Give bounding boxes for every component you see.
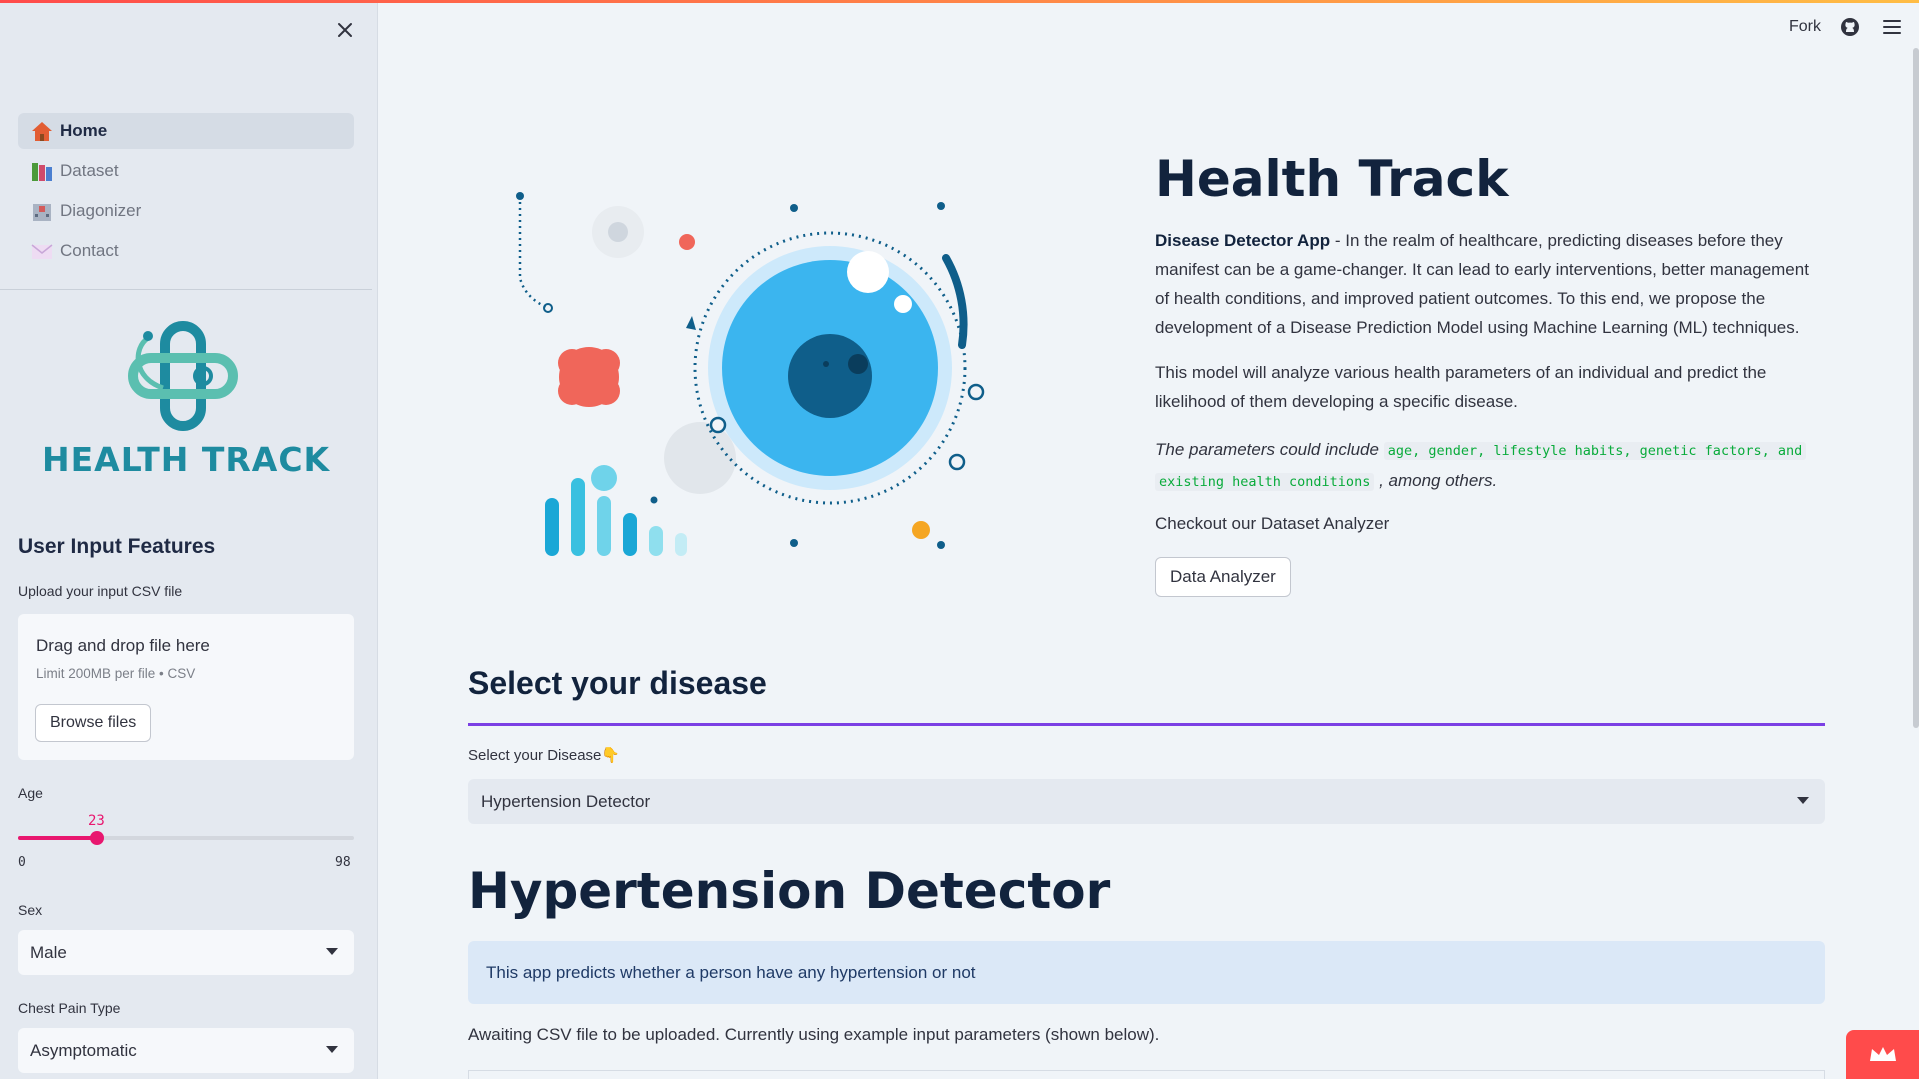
age-label: Age — [18, 785, 43, 801]
parameters-code-1: age, gender, lifestyle habits, genetic f… — [1383, 442, 1807, 460]
sidebar-item-home[interactable]: Home — [18, 113, 354, 149]
sidebar-item-label: Diagonizer — [60, 201, 142, 220]
sex-select[interactable]: Male — [18, 930, 354, 975]
chevron-down-icon — [326, 1046, 338, 1053]
hamburger-menu-icon[interactable] — [1883, 20, 1901, 34]
close-sidebar-button[interactable] — [333, 18, 357, 42]
health-track-logo: HEALTH TRACK — [38, 318, 338, 479]
chest-pain-label: Chest Pain Type — [18, 1000, 121, 1016]
age-slider-value: 23 — [88, 813, 105, 829]
info-alert-text: This app predicts whether a person have … — [486, 962, 976, 982]
sex-label: Sex — [18, 902, 43, 918]
upload-label: Upload your input CSV file — [18, 583, 183, 599]
example-input-table — [468, 1070, 1825, 1079]
age-slider[interactable] — [18, 831, 354, 845]
model-description: This model will analyze various health p… — [1155, 363, 1767, 411]
streamlit-badge-button[interactable] — [1846, 1030, 1919, 1079]
parameters-paragraph: The parameters could include age, gender… — [1155, 435, 1825, 497]
logo-text: HEALTH TRACK — [42, 440, 331, 479]
crown-icon — [1869, 1046, 1896, 1061]
stethoscope-cross-icon — [128, 321, 238, 431]
select-disease-heading: Select your disease — [468, 665, 767, 701]
close-icon — [338, 23, 352, 37]
chest-pain-select[interactable]: Asymptomatic — [18, 1028, 354, 1073]
user-input-heading: User Input Features — [18, 535, 216, 558]
scrollbar[interactable] — [1913, 48, 1919, 728]
age-slider-min: 0 — [18, 855, 26, 870]
chest-pain-select-value: Asymptomatic — [30, 1040, 137, 1060]
parameters-prefix: The parameters could include — [1155, 440, 1379, 459]
sidebar-item-diagonizer[interactable]: Diagonizer — [18, 193, 354, 229]
sidebar-item-label: Dataset — [60, 161, 119, 180]
heading-divider — [468, 723, 1825, 726]
dropzone-title: Drag and drop file here — [36, 636, 210, 655]
sidebar-nav: Home Dataset Diagonizer Contact — [18, 113, 354, 273]
top-decoration-line — [0, 0, 1919, 3]
hero-eye-illustration — [516, 192, 985, 556]
info-alert: This app predicts whether a person have … — [468, 941, 1825, 1004]
fork-link[interactable]: Fork — [1789, 18, 1821, 36]
sidebar-item-contact[interactable]: Contact — [18, 233, 354, 269]
checkout-text: Checkout our Dataset Analyzer — [1155, 514, 1390, 533]
envelope-icon — [31, 244, 53, 259]
chevron-down-icon — [326, 948, 338, 955]
sidebar-item-dataset[interactable]: Dataset — [18, 153, 354, 189]
file-uploader-dropzone[interactable]: Drag and drop file here Limit 200MB per … — [18, 614, 354, 760]
sidebar-item-label: Contact — [60, 241, 119, 260]
parameters-code-2: existing health conditions — [1155, 473, 1375, 491]
disease-select[interactable]: Hypertension Detector — [468, 779, 1825, 824]
sidebar: Home Dataset Diagonizer Contact HEALTH T… — [0, 0, 378, 1079]
books-icon — [32, 163, 52, 181]
sidebar-item-label: Home — [60, 121, 108, 140]
page-title: Health Track — [1155, 150, 1509, 208]
detector-title: Hypertension Detector — [468, 862, 1111, 920]
age-slider-thumb[interactable] — [89, 831, 104, 845]
intro-paragraph: Disease Detector App - In the realm of h… — [1155, 226, 1825, 342]
sidebar-divider — [0, 289, 372, 290]
hospital-icon — [33, 204, 51, 221]
sex-select-value: Male — [30, 942, 67, 962]
chevron-down-icon — [1797, 797, 1809, 804]
disease-select-label: Select your Disease👇 — [468, 747, 621, 764]
parameters-suffix: , among others. — [1379, 471, 1498, 490]
age-slider-max: 98 — [335, 855, 351, 870]
data-analyzer-button[interactable]: Data Analyzer — [1155, 557, 1291, 597]
house-icon — [32, 122, 52, 141]
browse-files-button[interactable]: Browse files — [35, 704, 152, 742]
age-slider-fill — [18, 836, 97, 840]
dropzone-limit: Limit 200MB per file • CSV — [36, 666, 196, 681]
disease-select-value: Hypertension Detector — [481, 791, 651, 811]
github-icon[interactable] — [1840, 17, 1860, 37]
intro-bold: Disease Detector App — [1155, 231, 1331, 250]
awaiting-upload-text: Awaiting CSV file to be uploaded. Curren… — [468, 1025, 1160, 1044]
